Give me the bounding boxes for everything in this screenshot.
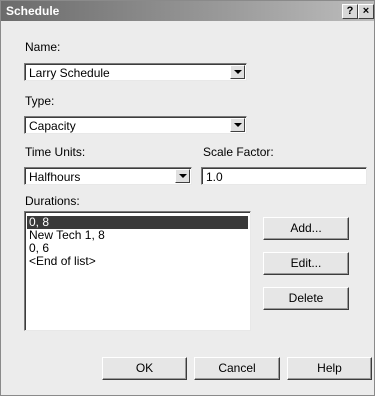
time-units-chevron-down-icon[interactable] xyxy=(175,169,190,183)
help-icon[interactable]: ? xyxy=(342,4,358,19)
scale-factor-input[interactable]: 1.0 xyxy=(201,167,367,185)
name-chevron-down-icon[interactable] xyxy=(230,65,245,79)
window-title: Schedule xyxy=(6,4,60,18)
help-button[interactable]: Help xyxy=(287,357,372,380)
type-value: Capacity xyxy=(29,119,76,133)
time-units-value: Halfhours xyxy=(29,170,81,184)
name-value: Larry Schedule xyxy=(29,66,110,80)
list-item[interactable]: <End of list> xyxy=(27,255,248,268)
time-units-dropdown[interactable]: Halfhours xyxy=(24,167,192,185)
edit-button[interactable]: Edit... xyxy=(263,252,349,275)
scale-factor-label: Scale Factor: xyxy=(203,145,274,159)
list-item[interactable]: New Tech 1, 8 xyxy=(27,229,248,242)
delete-button[interactable]: Delete xyxy=(263,287,349,310)
durations-label: Durations: xyxy=(25,194,80,208)
type-label: Type: xyxy=(25,94,55,108)
title-bar[interactable]: Schedule ? × xyxy=(1,1,374,21)
time-units-label: Time Units: xyxy=(25,145,86,159)
type-chevron-down-icon[interactable] xyxy=(230,118,245,132)
name-dropdown[interactable]: Larry Schedule xyxy=(24,63,247,81)
schedule-dialog: Schedule ? × Name: Larry Schedule Type: … xyxy=(0,0,375,396)
close-icon[interactable]: × xyxy=(358,4,374,19)
add-button[interactable]: Add... xyxy=(263,217,349,240)
scale-factor-value: 1.0 xyxy=(206,170,223,184)
ok-button[interactable]: OK xyxy=(102,357,187,380)
type-dropdown[interactable]: Capacity xyxy=(24,116,247,134)
cancel-button[interactable]: Cancel xyxy=(194,357,280,380)
durations-list[interactable]: 0, 8 New Tech 1, 8 0, 6 <End of list> xyxy=(24,211,251,331)
name-label: Name: xyxy=(25,40,61,54)
